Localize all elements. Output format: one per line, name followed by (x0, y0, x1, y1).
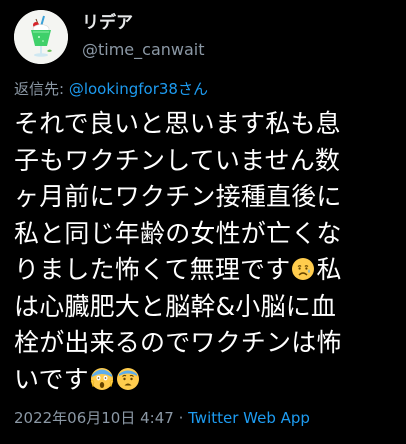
tweet-text-line: 子もワクチンしていません数 (14, 145, 341, 175)
tweet-text-line: は心臓肥大と脳幹&小脳に血 (14, 291, 337, 321)
tweet-timestamp[interactable]: 2022年06月10日 4:47 (14, 409, 174, 427)
tweet-text: それで良いと思います私も息 子もワクチンしていません数 ヶ月前にワクチン接種直後… (14, 106, 394, 398)
meta-separator: · (173, 409, 189, 427)
display-name[interactable]: リデア (82, 12, 205, 34)
tweet-text-segment: 私 (316, 255, 342, 284)
reply-target-link[interactable]: @lookingfor38さん (69, 80, 208, 98)
tweet-text-line-with-emoji: りました怖くて無理です 私 (14, 252, 394, 289)
tweet-text-line: 私と同じ年齢の女性が亡くな (14, 218, 342, 248)
tweet-text-segment: いです (14, 364, 89, 394)
tweet-text-line: 栓が出来るのでワクチンは怖 (14, 328, 342, 357)
tweet-text-line: それで良いと思います私も息 (14, 109, 341, 138)
reply-prefix: 返信先: (14, 80, 69, 98)
fearful-face-emoji (116, 367, 140, 391)
cream-soda-glass-icon (14, 10, 68, 64)
tweet-text-line: ヶ月前にワクチン接種直後に (14, 182, 342, 211)
avatar[interactable] (14, 10, 68, 64)
tweet-card: リデア @time_canwait 返信先: @lookingfor38さん そ… (0, 0, 406, 444)
tweet-header: リデア @time_canwait (14, 10, 394, 66)
user-handle[interactable]: @time_canwait (82, 39, 205, 61)
screaming-in-fear-face-emoji (90, 367, 114, 391)
tweet-meta: 2022年06月10日 4:47 · Twitter Web App (14, 408, 310, 428)
tweet-text-line-with-emoji: いです (14, 362, 394, 399)
tweet-text-segment: りました怖くて無理です (14, 255, 291, 284)
reply-to-line: 返信先: @lookingfor38さん (14, 79, 208, 99)
tweet-source-link[interactable]: Twitter Web App (188, 409, 310, 427)
sad-but-relieved-face-emoji (291, 257, 315, 281)
user-names: リデア @time_canwait (82, 12, 205, 61)
